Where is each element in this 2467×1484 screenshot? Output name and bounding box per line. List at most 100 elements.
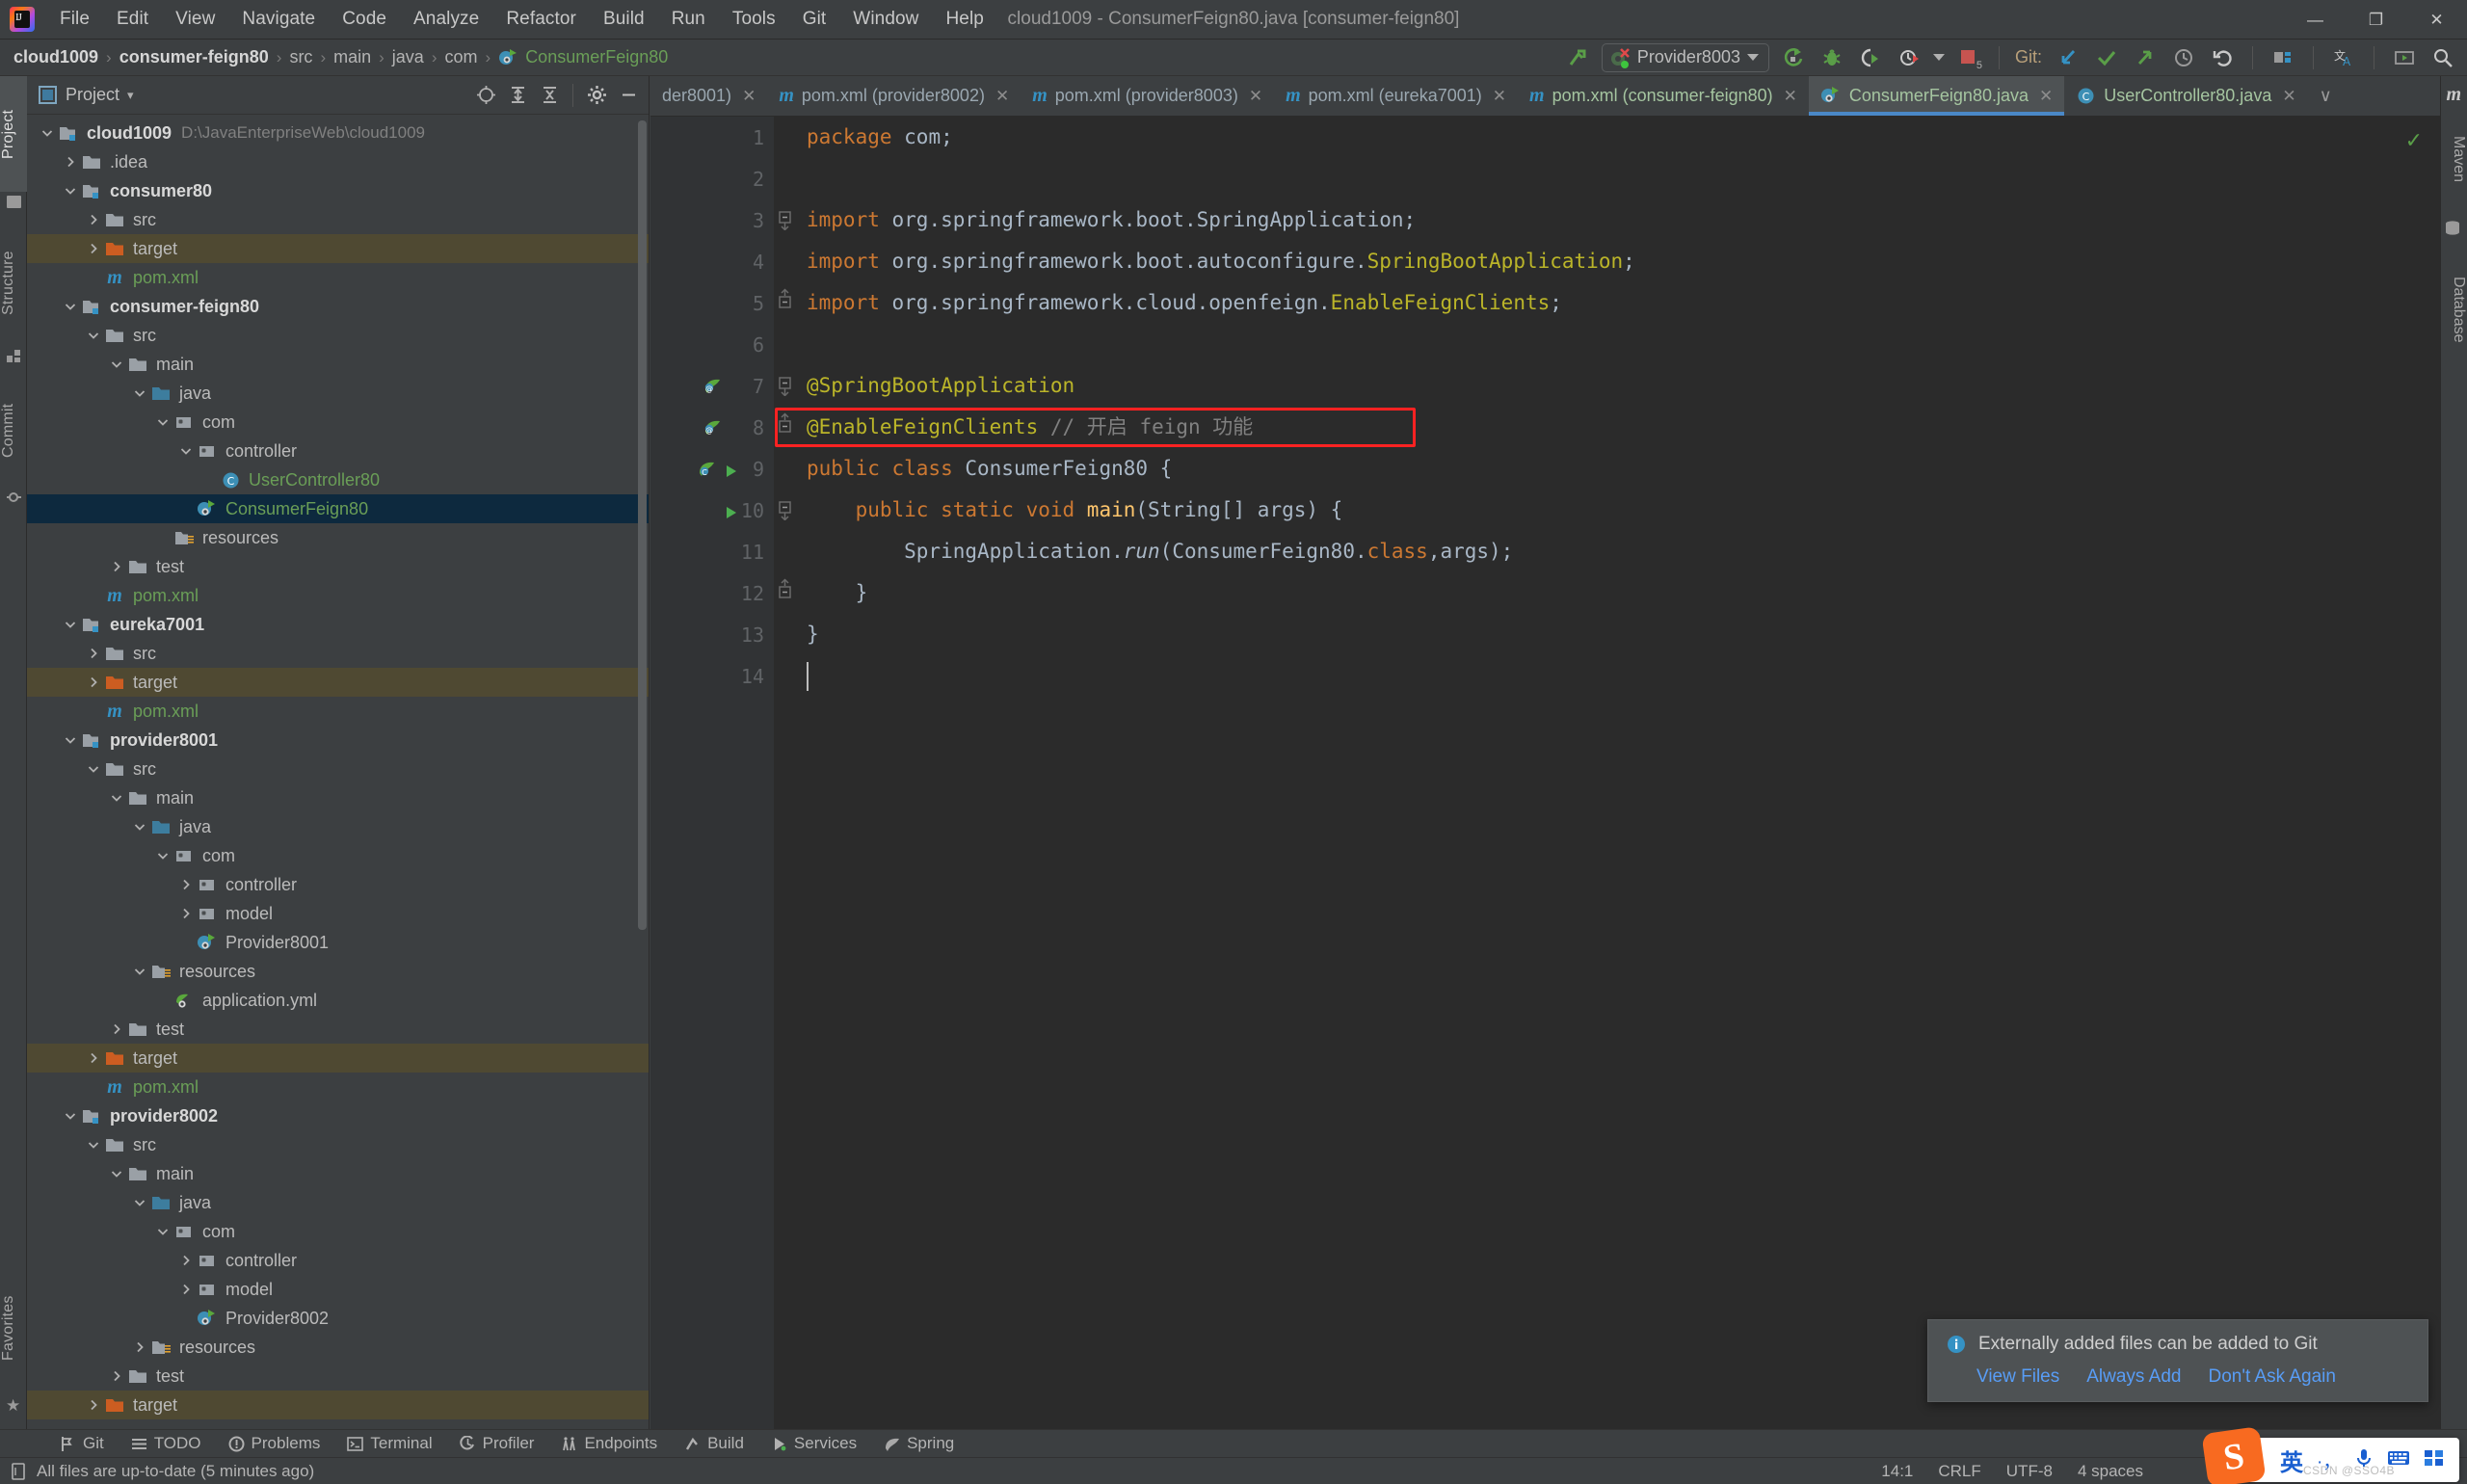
gutter-line-10[interactable]: 10	[650, 490, 774, 531]
tree-node-provider8001[interactable]: Provider8001	[27, 928, 649, 957]
menu-file[interactable]: File	[46, 5, 103, 34]
indent-setting[interactable]: 4 spaces	[2078, 1462, 2143, 1481]
tree-node-pom-xml[interactable]: mpom.xml	[27, 697, 649, 726]
tree-node-src[interactable]: src	[27, 1130, 649, 1159]
run-with-coverage-button[interactable]	[1856, 43, 1885, 72]
breadcrumb-item-cloud1009[interactable]: cloud1009	[13, 47, 98, 67]
fold-collapse-icon[interactable]	[778, 377, 793, 401]
bottom-tool-profiler[interactable]: Profiler	[446, 1434, 548, 1453]
tree-node-resources[interactable]: resources	[27, 1333, 649, 1362]
debug-button[interactable]	[1817, 43, 1846, 72]
spring-bean-gutter-icon[interactable]: @	[701, 416, 724, 444]
gutter-line-4[interactable]: 4	[650, 241, 774, 282]
chevron-down-icon[interactable]	[131, 963, 148, 980]
code-column[interactable]: package com;import org.springframework.b…	[799, 117, 2440, 1429]
chevron-down-icon[interactable]	[39, 124, 56, 142]
chevron-right-icon[interactable]	[108, 1020, 125, 1038]
tool-window-project[interactable]: Project	[0, 76, 27, 192]
chevron-right-icon[interactable]	[108, 558, 125, 575]
tree-node-application-yml[interactable]: application.yml	[27, 986, 649, 1015]
tree-node-main[interactable]: main	[27, 1159, 649, 1188]
code-line-6[interactable]	[799, 324, 2440, 365]
tree-node-target[interactable]: target	[27, 1044, 649, 1073]
chevron-right-icon[interactable]	[131, 1338, 148, 1356]
tree-node-main[interactable]: main	[27, 783, 649, 812]
editor-tab-pom-xml-provider8003-[interactable]: mpom.xml (provider8003)✕	[1021, 76, 1274, 116]
tree-node-model[interactable]: model	[27, 899, 649, 928]
code-line-13[interactable]: }	[799, 614, 2440, 655]
tree-node-target[interactable]: target	[27, 1391, 649, 1419]
breadcrumb-item-consumer-feign80[interactable]: consumer-feign80	[119, 47, 269, 67]
breadcrumb-item-com[interactable]: com	[445, 47, 478, 67]
editor-tab-pom-xml-consumer-feign80-[interactable]: mpom.xml (consumer-feign80)✕	[1518, 76, 1809, 116]
tree-node-pom-xml[interactable]: mpom.xml	[27, 1073, 649, 1101]
close-button[interactable]: ✕	[2406, 0, 2467, 40]
chevron-down-icon[interactable]	[85, 1136, 102, 1153]
bottom-tool-endpoints[interactable]: Endpoints	[547, 1434, 671, 1453]
close-icon[interactable]: ✕	[1249, 87, 1262, 106]
tree-node-src[interactable]: src	[27, 639, 649, 668]
chevron-right-icon[interactable]	[85, 240, 102, 257]
rollback-icon[interactable]	[2208, 43, 2237, 72]
minimize-button[interactable]: —	[2285, 0, 2346, 40]
build-project-icon[interactable]	[1563, 43, 1592, 72]
caret-position[interactable]: 14:1	[1881, 1462, 1913, 1481]
locate-icon[interactable]	[471, 81, 500, 110]
menu-help[interactable]: Help	[932, 5, 996, 34]
run-method-gutter-icon[interactable]	[724, 502, 739, 525]
code-line-12[interactable]: }	[799, 572, 2440, 614]
settings-gear-icon[interactable]	[582, 81, 611, 110]
profiler-chevron-icon[interactable]	[1933, 54, 1945, 61]
file-encoding[interactable]: UTF-8	[2006, 1462, 2053, 1481]
chevron-right-icon[interactable]	[62, 153, 79, 171]
source-code[interactable]: package com;import org.springframework.b…	[799, 117, 2440, 697]
tree-node-pom-xml[interactable]: mpom.xml	[27, 263, 649, 292]
tree-node-src[interactable]: src	[27, 205, 649, 234]
git-update-icon[interactable]	[2054, 43, 2082, 72]
tree-node-com[interactable]: com	[27, 841, 649, 870]
code-line-10[interactable]: public static void main(String[] args) {	[799, 490, 2440, 531]
menu-analyze[interactable]: Analyze	[400, 5, 492, 34]
menu-edit[interactable]: Edit	[103, 5, 162, 34]
run-button[interactable]	[1779, 43, 1808, 72]
gutter-line-5[interactable]: 5	[650, 282, 774, 324]
menu-code[interactable]: Code	[329, 5, 400, 34]
run-gutter-icon[interactable]	[724, 461, 739, 484]
code-line-2[interactable]	[799, 158, 2440, 199]
tree-node-cloud1009[interactable]: cloud1009D:\JavaEnterpriseWeb\cloud1009	[27, 119, 649, 147]
tree-node-consumer80[interactable]: consumer80	[27, 176, 649, 205]
chevron-down-icon[interactable]	[62, 298, 79, 315]
menu-run[interactable]: Run	[658, 5, 719, 34]
bottom-tool-terminal[interactable]: Terminal	[333, 1434, 445, 1453]
code-folding-column[interactable]	[774, 117, 799, 1429]
close-icon[interactable]: ✕	[742, 87, 756, 106]
tree-node-target[interactable]: target	[27, 234, 649, 263]
code-line-11[interactable]: SpringApplication.run(ConsumerFeign80.cl…	[799, 531, 2440, 572]
chevron-down-icon[interactable]	[177, 442, 195, 460]
chevron-down-icon[interactable]	[62, 182, 79, 199]
menu-refactor[interactable]: Refactor	[492, 5, 590, 34]
fold-end-icon[interactable]	[778, 578, 793, 604]
tool-window-structure[interactable]: Structure	[0, 221, 27, 346]
chevron-down-icon[interactable]	[85, 327, 102, 344]
tree-node-controller[interactable]: controller	[27, 1246, 649, 1275]
code-line-3[interactable]: import org.springframework.boot.SpringAp…	[799, 199, 2440, 241]
history-icon[interactable]	[2169, 43, 2198, 72]
ime-menu-icon[interactable]	[2424, 1449, 2445, 1471]
tool-window-maven[interactable]: Maven	[2440, 109, 2467, 210]
tree-node-pom-xml[interactable]: mpom.xml	[27, 581, 649, 610]
gutter-line-3[interactable]: 3	[650, 199, 774, 241]
menu-view[interactable]: View	[162, 5, 228, 34]
tree-node-resources[interactable]: resources	[27, 523, 649, 552]
chevron-down-icon[interactable]	[154, 1223, 172, 1240]
editor-body[interactable]: 123456@7@8C91011121314 package com;impor…	[650, 117, 2440, 1429]
fold-end-icon[interactable]	[778, 288, 793, 314]
breadcrumb-item-src[interactable]: src	[289, 47, 312, 67]
menu-build[interactable]: Build	[590, 5, 658, 34]
breadcrumb-item-main[interactable]: main	[333, 47, 371, 67]
code-line-8[interactable]: @EnableFeignClients // 开启 feign 功能	[799, 407, 2440, 448]
chevron-right-icon[interactable]	[108, 1367, 125, 1385]
editor-tab-overflow-button[interactable]: ∨	[2308, 76, 2344, 116]
git-push-icon[interactable]	[2131, 43, 2160, 72]
bottom-tool-spring[interactable]: Spring	[870, 1434, 968, 1453]
